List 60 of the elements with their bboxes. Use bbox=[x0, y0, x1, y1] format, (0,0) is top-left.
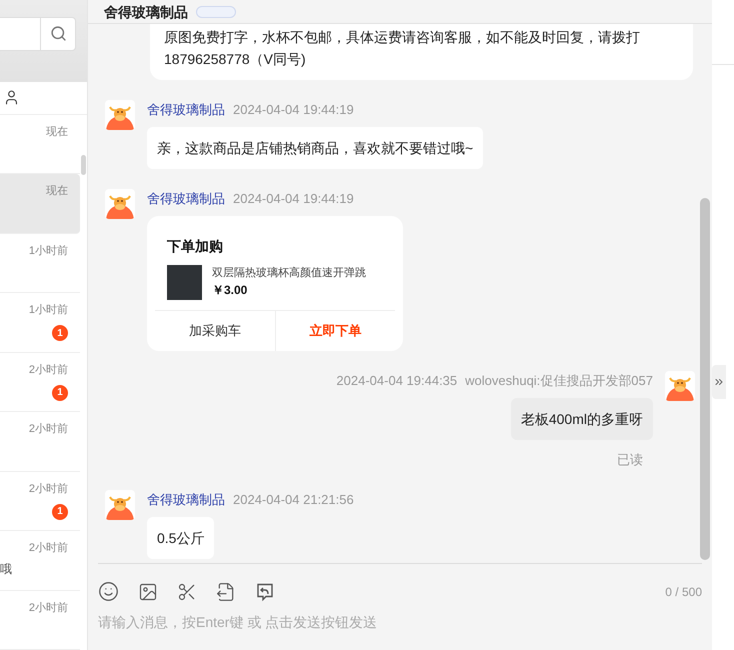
read-status: 已读 bbox=[617, 451, 644, 469]
product-name: 双层隔热玻璃杯高颜值速开弹跳 bbox=[212, 266, 366, 281]
search-icon bbox=[50, 25, 66, 42]
conversation-time: 现在 bbox=[46, 124, 68, 138]
conversation-preview: 哦 bbox=[0, 560, 12, 578]
message-time: 2024-04-04 19:44:19 bbox=[233, 190, 354, 208]
add-to-cart-button[interactable]: 加采购车 bbox=[155, 311, 276, 351]
message-time: 2024-04-04 19:44:19 bbox=[233, 101, 354, 119]
message-bubble: 亲，这款商品是店铺热销商品，喜欢就不要错过哦~ bbox=[147, 127, 484, 169]
conversation-time: 1小时前 bbox=[28, 244, 68, 258]
status-tag bbox=[196, 6, 236, 18]
sender-name: 舍得玻璃制品 bbox=[147, 190, 225, 208]
chat-title: 舍得玻璃制品 bbox=[104, 2, 188, 20]
message-bubble: 老板400ml的多重呀 bbox=[510, 398, 653, 440]
unread-badge: 1 bbox=[52, 325, 68, 341]
conversation-item[interactable]: 2小时前 1 bbox=[0, 352, 80, 412]
character-counter: 0 / 500 bbox=[665, 584, 702, 600]
buy-now-button[interactable]: 立即下单 bbox=[276, 311, 395, 351]
conversation-item[interactable]: 1小时前 bbox=[0, 234, 80, 293]
person-icon[interactable] bbox=[3, 89, 20, 106]
conversation-time: 2小时前 bbox=[28, 600, 68, 614]
unread-badge: 1 bbox=[52, 384, 68, 400]
sender-name: 舍得玻璃制品 bbox=[147, 490, 225, 508]
image-icon[interactable] bbox=[138, 582, 158, 602]
cow-avatar-icon bbox=[105, 490, 135, 520]
conversation-item[interactable]: 2小时前 1 bbox=[0, 472, 80, 531]
cow-avatar-icon bbox=[105, 189, 135, 219]
conversation-time: 1小时前 bbox=[28, 303, 68, 317]
unread-badge: 1 bbox=[52, 504, 68, 520]
reply-bubble-icon[interactable] bbox=[255, 582, 275, 602]
scissors-icon[interactable] bbox=[177, 582, 197, 602]
double-chevron-icon bbox=[713, 376, 725, 388]
conversation-time: 现在 bbox=[46, 184, 68, 198]
conversation-time: 2小时前 bbox=[28, 482, 68, 496]
sender-name: woloveshuqi:促佳搜品开发部057 bbox=[465, 372, 653, 390]
message-bubble: 原图免费打字，水杯不包邮，具体运费请咨询客服，如不能及时回复，请拨打18796258778（V同号) bbox=[150, 24, 693, 80]
scrollbar[interactable] bbox=[81, 155, 86, 175]
search-field[interactable] bbox=[0, 16, 76, 51]
scrollbar[interactable] bbox=[700, 198, 710, 560]
cow-avatar-icon bbox=[665, 371, 695, 401]
conversation-time: 2小时前 bbox=[28, 362, 68, 376]
conversation-item[interactable]: 现在 bbox=[0, 174, 80, 234]
conversation-item[interactable]: 2小时前 bbox=[0, 412, 80, 472]
sender-name: 舍得玻璃制品 bbox=[147, 101, 225, 119]
product-photo-placeholder bbox=[167, 265, 202, 300]
conversation-item[interactable]: 1小时前 1 bbox=[0, 293, 80, 352]
expand-button[interactable] bbox=[712, 365, 726, 399]
message-time: 2024-04-04 21:21:56 bbox=[233, 490, 354, 508]
cow-avatar-icon bbox=[105, 100, 135, 130]
message-bubble: 0.5公斤 bbox=[147, 516, 214, 558]
conversation-time: 2小时前 bbox=[28, 541, 68, 555]
message-input[interactable]: 请输入消息，按Enter键 或 点击发送按钮发送 bbox=[98, 612, 702, 633]
conversation-item[interactable]: 2小时前 bbox=[0, 590, 80, 650]
message-time: 2024-04-04 19:44:35 bbox=[336, 372, 458, 390]
conversation-item[interactable]: 2小时前 哦 bbox=[0, 531, 80, 590]
card-title: 下单加购 bbox=[166, 237, 224, 256]
emoji-icon[interactable] bbox=[98, 581, 119, 602]
conversation-time: 2小时前 bbox=[28, 422, 68, 436]
product-price: ￥3.00 bbox=[212, 282, 248, 299]
file-export-icon[interactable] bbox=[216, 582, 236, 602]
